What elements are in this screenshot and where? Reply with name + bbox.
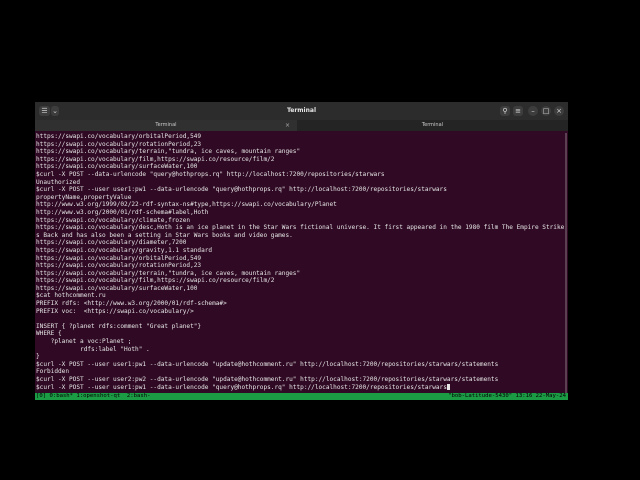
terminal-line: } xyxy=(36,353,40,361)
terminal-line: $curl -X POST --user user1:pw1 --data-ur… xyxy=(36,383,564,391)
terminal-line: https://swapi.co/vocabulary/diameter,720… xyxy=(36,239,187,247)
tab-bar: Terminal × Terminal xyxy=(35,120,568,131)
terminal-line: propertyName,propertyValue xyxy=(36,193,132,201)
tab-terminal-2[interactable]: Terminal xyxy=(297,120,568,131)
terminal-window: ☰ ⌄ Terminal ⚲ ≡ – □ × Terminal × Termin… xyxy=(35,102,568,400)
tmux-window-list: [0] 0:bash* 1:openshot-qt 2:bash- xyxy=(36,393,151,399)
terminal-line: https://swapi.co/vocabulary/film,https:/… xyxy=(36,155,275,163)
tab-terminal-1[interactable]: Terminal xyxy=(35,120,297,131)
terminal-line: https://swapi.co/vocabulary/orbitalPerio… xyxy=(36,254,202,262)
minimize-icon[interactable]: – xyxy=(528,106,538,116)
terminal-line: rdfs:label "Hoth" . xyxy=(36,345,150,353)
menu-icon[interactable]: ≡ xyxy=(513,106,523,116)
terminal-line: WHERE { xyxy=(36,330,62,338)
tab-label: Terminal xyxy=(155,122,177,128)
terminal-line: INSERT { ?planet rdfs:comment "Great pla… xyxy=(36,322,202,330)
window-title: Terminal xyxy=(286,107,316,114)
terminal-line: https://swapi.co/vocabulary/climate,froz… xyxy=(36,216,191,224)
terminal-line: https://swapi.co/vocabulary/desc,Hoth is… xyxy=(36,224,564,232)
terminal-line: https://swapi.co/vocabulary/rotationPeri… xyxy=(36,140,202,148)
tmux-status-bar: [0] 0:bash* 1:openshot-qt 2:bash- "bob-L… xyxy=(35,393,568,400)
terminal-line: $cat hothcomment.ru xyxy=(36,292,106,300)
terminal-line: https://swapi.co/vocabulary/orbitalPerio… xyxy=(36,133,202,140)
terminal-line: https://swapi.co/vocabulary/gravity,1.1 … xyxy=(36,246,213,254)
tab-label: Terminal xyxy=(421,122,444,128)
terminal-line: http://www.w3.org/2000/01/rdf-schema#lab… xyxy=(36,208,209,216)
terminal-line: ?planet a voc:Planet ; xyxy=(36,338,132,346)
terminal-line: $curl -X POST --user user1:pw1 --data-ur… xyxy=(36,360,499,368)
tab-close-icon[interactable]: × xyxy=(285,120,290,131)
terminal-line: https://swapi.co/vocabulary/film,https:/… xyxy=(36,277,275,285)
terminal-output[interactable]: https://swapi.co/vocabulary/orbitalPerio… xyxy=(36,133,564,391)
tmux-host-clock: "bob-Latitude-5430" 13:16 22-May-24 xyxy=(448,393,566,399)
terminal-line: PREFIX voc: <https://swapi.co/vocabulary… xyxy=(36,307,194,315)
search-icon[interactable]: ⚲ xyxy=(500,106,510,116)
title-bar[interactable]: ☰ ⌄ Terminal ⚲ ≡ – □ × xyxy=(35,102,568,120)
terminal-line: s Back and has also been a setting in St… xyxy=(36,231,293,239)
terminal-line: PREFIX rdfs: <http://www.w3.org/2000/01/… xyxy=(36,300,227,308)
terminal-line: Forbidden xyxy=(36,368,70,376)
terminal-line: $curl -X POST --data-urlencode "query@ho… xyxy=(36,170,385,178)
terminal-line: $curl -X POST --user user1:pw1 --data-ur… xyxy=(36,186,447,194)
terminal-line: https://swapi.co/vocabulary/terrain,"tun… xyxy=(36,148,301,156)
text-cursor xyxy=(446,383,451,390)
scrollbar[interactable] xyxy=(565,133,567,393)
maximize-icon[interactable]: □ xyxy=(541,106,551,116)
terminal-line: $curl -X POST --user user2:pw2 --data-ur… xyxy=(36,376,499,383)
close-icon[interactable]: × xyxy=(554,106,564,116)
terminal-line: https://swapi.co/vocabulary/terrain,"tun… xyxy=(36,269,301,277)
terminal-line: Unauthorized xyxy=(36,178,81,186)
terminal-line: https://swapi.co/vocabulary/surfaceWater… xyxy=(36,163,198,171)
terminal-line: https://swapi.co/vocabulary/surfaceWater… xyxy=(36,284,198,292)
terminal-line: https://swapi.co/vocabulary/rotationPeri… xyxy=(36,262,202,270)
terminal-line: http://www.w3.org/1999/02/22-rdf-syntax-… xyxy=(36,201,337,209)
